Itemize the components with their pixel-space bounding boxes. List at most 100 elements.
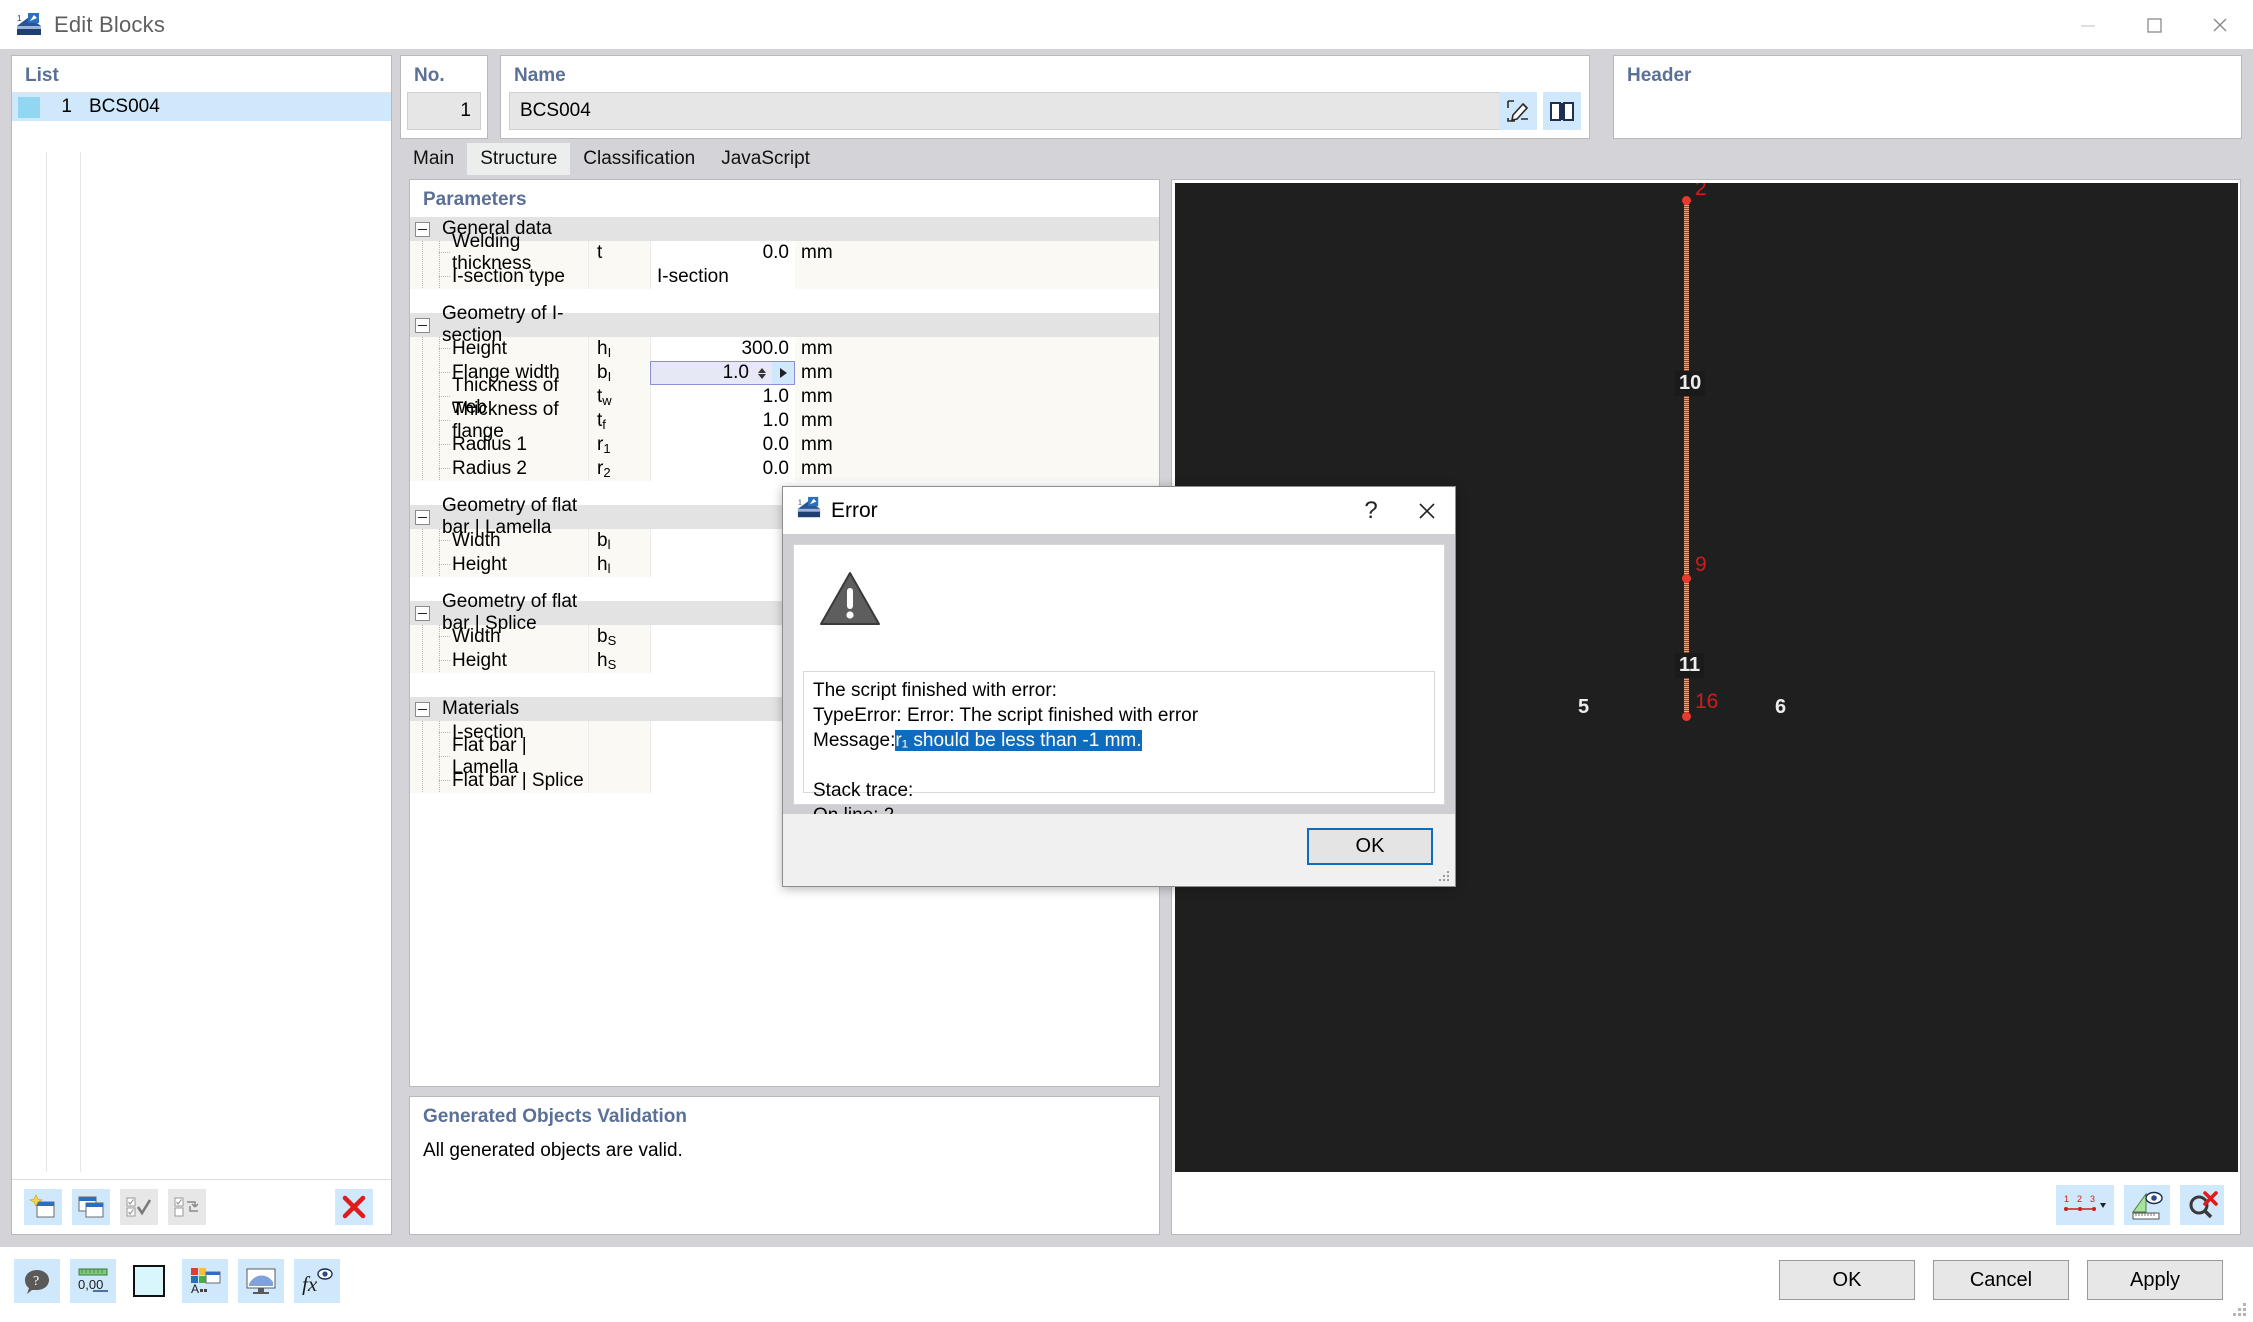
parameter-unit-cell: mm: [795, 409, 835, 433]
parameter-label-cell: Height: [410, 649, 588, 673]
parameter-value-cell[interactable]: [650, 721, 795, 745]
parameter-value-cell[interactable]: 1.0: [650, 409, 795, 433]
parameter-value-cell[interactable]: 1.0: [650, 385, 795, 409]
close-icon[interactable]: [1399, 487, 1455, 534]
apply-button[interactable]: Apply: [2087, 1260, 2223, 1300]
parameter-value-cell[interactable]: 300.0: [650, 337, 795, 361]
number-panel: No. 1: [400, 55, 488, 139]
error-message-box[interactable]: The script finished with error: TypeErro…: [803, 671, 1435, 793]
maximize-button[interactable]: [2121, 0, 2187, 49]
copy-block-button[interactable]: [72, 1189, 110, 1225]
ok-button[interactable]: OK: [1779, 1260, 1915, 1300]
parameter-value-cell[interactable]: 0.0: [650, 457, 795, 481]
window-controls: [2055, 0, 2253, 49]
resize-grip[interactable]: [2233, 1303, 2247, 1317]
list-item[interactable]: 1 BCS004: [12, 92, 391, 121]
collapse-toggle-icon[interactable]: [415, 318, 430, 333]
parameter-value-cell[interactable]: I-section: [650, 265, 795, 289]
tab-structure[interactable]: Structure: [467, 143, 570, 175]
cancel-button[interactable]: Cancel: [1933, 1260, 2069, 1300]
svg-text:?: ?: [33, 1274, 39, 1289]
parameter-row[interactable]: Radius 1r10.0mm: [410, 433, 1159, 457]
parameter-row[interactable]: I-section typeI-section: [410, 265, 1159, 289]
parameter-row[interactable]: Welding thicknesst0.0mm: [410, 241, 1159, 265]
parameter-symbol: tf: [589, 410, 606, 432]
list-item-name: BCS004: [79, 96, 160, 118]
visibility-ruler-button[interactable]: [2124, 1185, 2170, 1225]
parameter-value-input[interactable]: 1.0: [650, 361, 795, 385]
minimize-button[interactable]: [2055, 0, 2121, 49]
tab-main[interactable]: Main: [400, 143, 467, 175]
help-button[interactable]: ?: [14, 1259, 60, 1303]
collapse-toggle-icon[interactable]: [415, 222, 430, 237]
error-dialog-content: The script finished with error: TypeErro…: [793, 544, 1445, 805]
display-button[interactable]: [238, 1259, 284, 1303]
parameter-label-cell: Welding thickness: [410, 241, 588, 265]
svg-text:A: A: [191, 1282, 199, 1295]
node-label: 9: [1695, 553, 1707, 577]
parameter-row[interactable]: Thickness of flangetf 1.0mm: [410, 409, 1159, 433]
parameter-value: 300.0: [741, 338, 789, 360]
parameter-symbol-cell: [588, 721, 650, 745]
tab-classification[interactable]: Classification: [570, 143, 708, 175]
parameter-symbol: t: [589, 242, 602, 264]
parameter-label-cell: Height: [410, 553, 588, 577]
close-button[interactable]: [2187, 0, 2253, 49]
block-color-swatch-cell[interactable]: [12, 93, 46, 122]
parameter-symbol-cell: bS: [588, 625, 650, 649]
delete-block-button[interactable]: [335, 1189, 373, 1225]
parameter-value-cell[interactable]: [650, 769, 795, 793]
parameter-symbol: bI: [589, 362, 611, 384]
parameter-group-row[interactable]: Geometry of I-section: [410, 313, 1159, 337]
select-all-button[interactable]: [120, 1189, 158, 1225]
parameter-symbol: bl: [589, 530, 610, 552]
collapse-toggle-icon[interactable]: [415, 510, 430, 525]
list-toolbar: [12, 1179, 391, 1234]
error-dialog: 1 Error ? Th: [782, 486, 1456, 887]
parameter-value-cell[interactable]: [650, 553, 795, 577]
error-ok-button[interactable]: OK: [1307, 828, 1433, 865]
number-value[interactable]: 1: [407, 92, 481, 130]
spinner-icon[interactable]: [755, 368, 769, 379]
error-blank-line: [813, 753, 1425, 778]
parameter-unit-cell: mm: [795, 457, 835, 481]
help-icon[interactable]: ?: [1343, 487, 1399, 534]
parameter-label-cell: Thickness of flange: [410, 409, 588, 433]
edit-pencil-icon[interactable]: [1499, 92, 1537, 130]
parameter-value-cell[interactable]: [650, 625, 795, 649]
units-button[interactable]: 0,00: [70, 1259, 116, 1303]
parameter-value-cell[interactable]: [650, 529, 795, 553]
tab-javascript[interactable]: JavaScript: [708, 143, 823, 175]
collapse-toggle-icon[interactable]: [415, 702, 430, 717]
parameter-value-cell[interactable]: [650, 649, 795, 673]
invert-selection-button[interactable]: [168, 1189, 206, 1225]
parameter-label: Radius 1: [452, 434, 527, 456]
app-icon: 1: [16, 12, 42, 38]
numbering-dropdown[interactable]: 1 2 3: [2056, 1185, 2114, 1225]
new-block-button[interactable]: [24, 1189, 62, 1225]
parameter-label-cell: Width: [410, 529, 588, 553]
book-icon[interactable]: [1543, 92, 1581, 130]
name-panel-title: Name: [501, 56, 1589, 87]
parameter-row[interactable]: Radius 2r20.0mm: [410, 457, 1159, 481]
text-button[interactable]: A: [182, 1259, 228, 1303]
svg-text:fx: fx: [302, 1272, 318, 1295]
dialog-resize-grip[interactable]: [1439, 871, 1451, 883]
parameter-group-label-cell: Geometry of flat bar | Lamella: [410, 505, 588, 529]
parameter-value-cell[interactable]: 0.0: [650, 241, 795, 265]
parameter-label: Flat bar | Splice: [452, 770, 584, 792]
parameter-value-cell[interactable]: 0.0: [650, 433, 795, 457]
parameter-row[interactable]: HeighthI300.0mm: [410, 337, 1159, 361]
parameter-value-cell[interactable]: [650, 745, 795, 769]
color-button[interactable]: [126, 1259, 172, 1303]
collapse-toggle-icon[interactable]: [415, 606, 430, 621]
expand-arrow-icon[interactable]: [772, 362, 794, 384]
parameter-symbol: bS: [589, 626, 616, 648]
deselect-button[interactable]: [2180, 1185, 2224, 1225]
parameter-row-rest: [835, 361, 1159, 385]
parameter-group-rest: [588, 313, 1159, 337]
validation-message: All generated objects are valid.: [410, 1128, 1159, 1162]
formula-button[interactable]: fx: [294, 1259, 340, 1303]
name-input[interactable]: BCS004: [509, 92, 1523, 130]
svg-text:0,00: 0,00: [78, 1277, 103, 1292]
